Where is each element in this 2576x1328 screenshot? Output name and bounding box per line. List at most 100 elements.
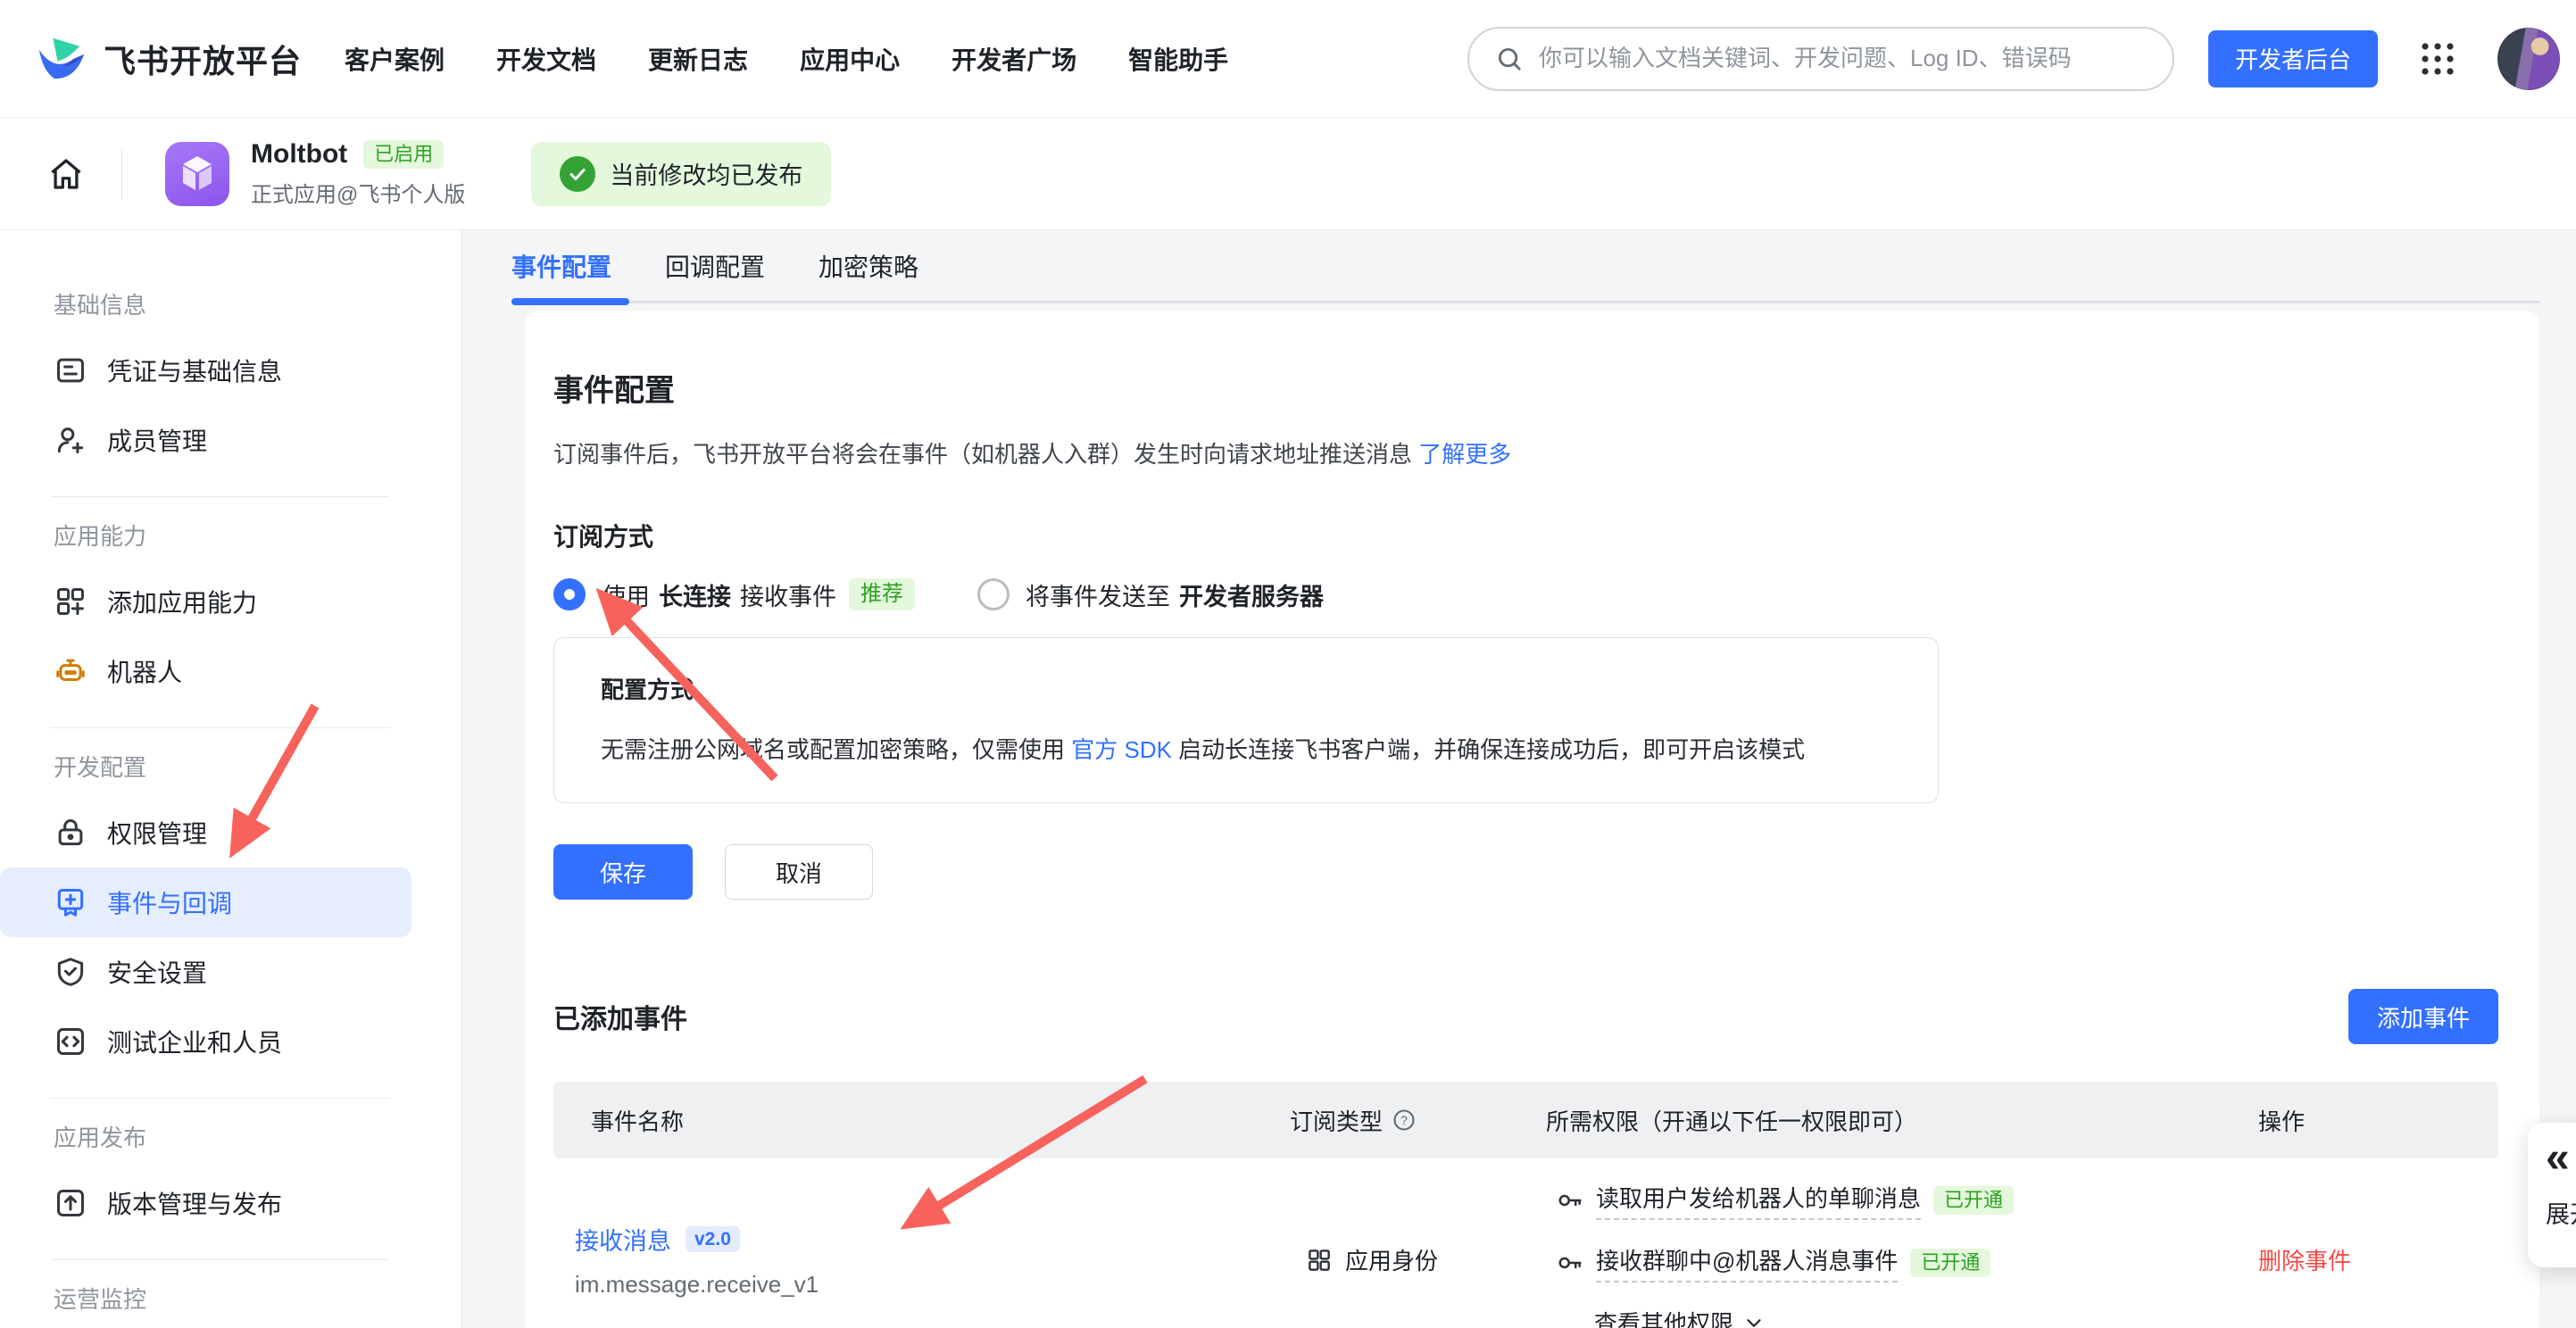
user-avatar[interactable] [2497, 28, 2560, 90]
cancel-button[interactable]: 取消 [725, 844, 873, 900]
double-chevron-left-icon[interactable]: « [2546, 1135, 2576, 1183]
app-identity-icon [1306, 1247, 1333, 1274]
sidebar-section-monitoring: 运营监控 [54, 1282, 461, 1308]
col-event-name: 事件名称 [553, 1104, 1290, 1137]
upload-box-icon [54, 1186, 87, 1220]
chevron-down-icon [1742, 1311, 1766, 1328]
sidebar-item-version-release[interactable]: 版本管理与发布 [0, 1168, 411, 1238]
nav-item-cases[interactable]: 客户案例 [345, 41, 445, 77]
grid-add-icon [54, 585, 87, 618]
tab-callback-config[interactable]: 回调配置 [665, 248, 765, 284]
subscription-type-text: 应用身份 [1345, 1243, 1438, 1276]
sidebar-item-members[interactable]: 成员管理 [0, 405, 411, 475]
sidebar-item-bot[interactable]: 机器人 [0, 636, 411, 706]
global-search[interactable] [1467, 27, 2174, 91]
save-button[interactable]: 保存 [553, 844, 693, 900]
add-event-button[interactable]: 添加事件 [2348, 989, 2498, 1044]
permission-name[interactable]: 读取用户发给机器人的单聊消息 [1596, 1181, 1921, 1220]
nav-item-assistant[interactable]: 智能助手 [1128, 41, 1228, 77]
sidebar-item-label: 添加应用能力 [107, 584, 257, 619]
nav-item-dev-plaza[interactable]: 开发者广场 [951, 41, 1076, 77]
added-events-title: 已添加事件 [553, 997, 687, 1036]
content-region: 事件配置 回调配置 加密策略 事件配置 订阅事件后，飞书开放平台将会在事件（如机… [462, 230, 2576, 1328]
nav-item-app-center[interactable]: 应用中心 [800, 41, 900, 77]
page-description: 订阅事件后，飞书开放平台将会在事件（如机器人入群）发生时向请求地址推送消息 了解… [553, 436, 2498, 469]
expand-flyout[interactable]: « 展开 [2528, 1123, 2576, 1267]
tab-event-config[interactable]: 事件配置 [511, 248, 611, 284]
permission-name[interactable]: 接收群聊中@机器人消息事件 [1596, 1243, 1898, 1282]
feishu-logo[interactable]: 飞书开放平台 [36, 31, 302, 87]
developer-console-button[interactable]: 开发者后台 [2208, 30, 2378, 87]
event-name-cell: 接收消息 v2.0 im.message.receive_v1 [553, 1222, 1290, 1299]
app-subtitle: 正式应用@飞书个人版 [251, 177, 465, 208]
delete-event-link[interactable]: 删除事件 [2258, 1248, 2351, 1274]
home-icon[interactable] [46, 154, 86, 194]
lock-icon [54, 816, 87, 850]
svg-text:?: ? [1400, 1113, 1408, 1127]
recommended-badge: 推荐 [849, 578, 915, 610]
sidebar-item-security[interactable]: 安全设置 [0, 937, 411, 1007]
search-input[interactable] [1539, 45, 2148, 72]
publish-status-pill: 当前修改均已发布 [531, 142, 831, 206]
divider [50, 727, 390, 728]
publish-status-text: 当前修改均已发布 [610, 156, 802, 191]
sidebar-item-events-callbacks[interactable]: 事件与回调 [0, 867, 411, 937]
help-icon[interactable]: ? [1392, 1108, 1417, 1133]
feishu-logo-icon [36, 31, 91, 87]
table-row: 接收消息 v2.0 im.message.receive_v1 应用身份 [553, 1158, 2498, 1328]
sidebar-item-label: 测试企业和人员 [107, 1024, 282, 1059]
tab-track [511, 301, 2539, 303]
tab-bar: 事件配置 回调配置 加密策略 [511, 230, 918, 302]
sidebar-item-credentials[interactable]: 凭证与基础信息 [0, 336, 411, 405]
form-actions: 保存 取消 [553, 844, 2498, 900]
sidebar-section-capabilities: 应用能力 [54, 519, 461, 545]
version-badge: v2.0 [686, 1226, 740, 1252]
divider [121, 148, 122, 200]
nav-item-docs[interactable]: 开发文档 [496, 41, 596, 77]
config-method-box: 配置方式 无需注册公网域名或配置加密策略，仅需使用 官方 SDK 启动长连接飞书… [553, 637, 1939, 803]
shield-check-icon [54, 955, 87, 989]
radio-developer-server[interactable] [977, 578, 1010, 610]
nav-item-changelog[interactable]: 更新日志 [648, 41, 748, 77]
actions-cell: 删除事件 [2258, 1243, 2498, 1276]
radio-long-connection-label[interactable]: 使用 长连接 接收事件 [602, 577, 836, 612]
search-icon [1494, 44, 1525, 74]
tab-encryption-strategy[interactable]: 加密策略 [819, 248, 918, 284]
learn-more-link[interactable]: 了解更多 [1418, 441, 1511, 468]
sidebar-section-release: 应用发布 [54, 1120, 461, 1147]
config-method-title: 配置方式 [601, 672, 1891, 705]
subscribe-options: 使用 长连接 接收事件 推荐 将事件发送至 开发者服务器 [553, 575, 2498, 614]
event-config-panel: 事件配置 订阅事件后，飞书开放平台将会在事件（如机器人入群）发生时向请求地址推送… [525, 311, 2539, 1328]
subscribe-mode-heading: 订阅方式 [553, 518, 2498, 553]
sidebar-section-basic-info: 基础信息 [54, 287, 461, 314]
permission-granted-badge: 已开通 [1933, 1186, 2014, 1215]
view-other-permissions[interactable]: 查看其他权限 [1594, 1306, 2258, 1328]
divider [50, 1259, 390, 1260]
official-sdk-link[interactable]: 官方 SDK [1071, 736, 1172, 763]
sidebar-item-add-capability[interactable]: 添加应用能力 [0, 567, 411, 636]
sidebar-section-dev-config: 开发配置 [54, 750, 461, 776]
radio-developer-server-label[interactable]: 将事件发送至 开发者服务器 [1026, 577, 1324, 612]
permission-granted-badge: 已开通 [1910, 1249, 1990, 1277]
robot-icon [54, 654, 87, 688]
events-table-header: 事件名称 订阅类型 ? 所需权限（开通以下任一权限即可） 操作 [553, 1082, 2498, 1158]
sidebar-item-test-company[interactable]: 测试企业和人员 [0, 1007, 411, 1076]
check-icon [560, 156, 595, 192]
col-required-permissions: 所需权限（开通以下任一权限即可） [1541, 1104, 2258, 1137]
radio-long-connection[interactable] [553, 578, 586, 610]
app-grid-icon[interactable] [2417, 38, 2458, 79]
app-header-bar: Moltbot 已启用 正式应用@飞书个人版 当前修改均已发布 [0, 118, 2576, 230]
key-icon [1557, 1249, 1583, 1276]
divider [50, 496, 390, 497]
app-icon [165, 142, 229, 206]
event-name-link[interactable]: 接收消息 [575, 1222, 671, 1257]
code-box-icon [54, 1025, 87, 1058]
page-title: 事件配置 [553, 366, 2498, 410]
sidebar-item-label: 事件与回调 [107, 884, 232, 920]
col-actions: 操作 [2258, 1104, 2498, 1137]
sidebar-item-label: 版本管理与发布 [107, 1185, 282, 1221]
sidebar-item-label: 安全设置 [107, 954, 207, 990]
sidebar-item-permissions[interactable]: 权限管理 [0, 798, 411, 867]
app-name: Moltbot [251, 139, 347, 170]
permission-item: 接收群聊中@机器人消息事件 已开通 [1557, 1243, 2258, 1282]
